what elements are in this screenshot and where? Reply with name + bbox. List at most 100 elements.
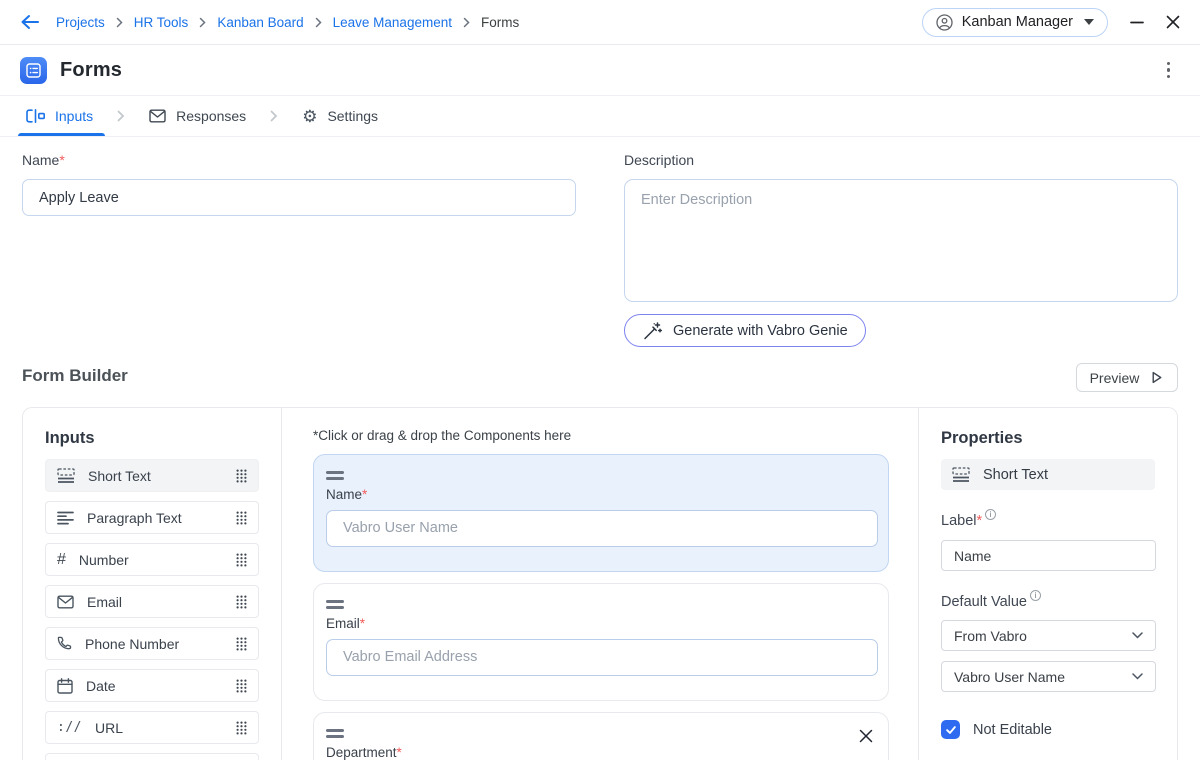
back-arrow-icon[interactable]: [20, 14, 40, 30]
short-text-icon: [57, 468, 75, 483]
inputs-palette-title: Inputs: [45, 429, 259, 448]
paragraph-text-icon: [57, 511, 74, 525]
component-input-preview[interactable]: [326, 510, 878, 547]
canvas-component-department[interactable]: Department*: [313, 712, 889, 760]
user-avatar-icon: [936, 14, 953, 31]
generate-with-genie-button[interactable]: Generate with Vabro Genie: [624, 314, 866, 347]
chevron-right-icon: [116, 17, 123, 28]
not-editable-row: Not Editable: [941, 720, 1155, 739]
chevron-right-icon: [270, 110, 278, 122]
label-property-label: Label*i: [941, 513, 1155, 529]
drag-handle-icon[interactable]: [236, 553, 247, 567]
not-editable-checkbox[interactable]: [941, 720, 960, 739]
user-role-dropdown[interactable]: Kanban Manager: [922, 8, 1108, 37]
breadcrumb-projects[interactable]: Projects: [56, 15, 105, 30]
breadcrumb-kanban-board[interactable]: Kanban Board: [217, 15, 303, 30]
tab-settings[interactable]: ⚙ Settings: [298, 96, 382, 136]
phone-icon: [57, 636, 72, 651]
preview-button[interactable]: Preview: [1076, 363, 1178, 392]
drag-handle-icon[interactable]: [236, 511, 247, 525]
chevron-down-icon: [1132, 673, 1143, 680]
component-input-preview[interactable]: [326, 639, 878, 676]
form-builder-title: Form Builder: [22, 366, 128, 386]
gear-icon: ⚙: [302, 108, 317, 125]
drag-handle-icon[interactable]: [326, 600, 344, 609]
page-header: Forms: [0, 45, 1200, 96]
drag-handle-icon[interactable]: [236, 721, 247, 735]
envelope-icon: [57, 595, 74, 609]
palette-item-url[interactable]: :// URL: [45, 711, 259, 744]
default-value-select[interactable]: Vabro User Name: [941, 661, 1156, 692]
selected-component-type: Short Text: [941, 459, 1155, 490]
info-icon: i: [1030, 590, 1041, 601]
breadcrumb-forms-current: Forms: [481, 15, 519, 30]
short-text-icon: [952, 467, 970, 482]
palette-item-partial[interactable]: [45, 753, 259, 760]
palette-item-phone-number[interactable]: Phone Number: [45, 627, 259, 660]
form-description-textarea[interactable]: [624, 179, 1178, 302]
label-property-input[interactable]: [941, 540, 1156, 571]
not-editable-label: Not Editable: [973, 722, 1052, 738]
palette-item-paragraph-text[interactable]: Paragraph Text: [45, 501, 259, 534]
palette-item-label: Paragraph Text: [87, 510, 182, 526]
palette-item-label: Phone Number: [85, 636, 179, 652]
tab-responses-label: Responses: [176, 108, 246, 124]
palette-item-label: Email: [87, 594, 122, 610]
component-label: Name*: [326, 487, 876, 502]
breadcrumb-leave-management[interactable]: Leave Management: [333, 15, 452, 30]
name-field-label: Name*: [22, 152, 65, 168]
tab-inputs-label: Inputs: [55, 108, 93, 124]
palette-item-label: Number: [79, 552, 129, 568]
page-title: Forms: [60, 59, 122, 82]
required-asterisk: *: [360, 616, 365, 631]
tab-inputs[interactable]: Inputs: [22, 96, 97, 136]
component-label: Email*: [326, 616, 876, 631]
properties-panel: Properties Short Text Label*i Default Va…: [918, 408, 1177, 760]
default-value-label: Default Valuei: [941, 594, 1155, 610]
remove-component-icon[interactable]: [859, 729, 873, 743]
canvas-component-email[interactable]: Email*: [313, 583, 889, 701]
drag-handle-icon[interactable]: [236, 679, 247, 693]
url-icon: ://: [57, 720, 82, 735]
forms-app-icon: [20, 57, 47, 84]
top-bar: Projects HR Tools Kanban Board Leave Man…: [0, 0, 1200, 45]
chevron-right-icon: [199, 17, 206, 28]
palette-item-number[interactable]: # Number: [45, 543, 259, 576]
inputs-palette-list: Short Text Paragraph Text #: [45, 459, 259, 760]
drag-handle-icon[interactable]: [236, 595, 247, 609]
close-button[interactable]: [1166, 15, 1180, 29]
canvas-component-name[interactable]: Name*: [313, 454, 889, 572]
default-source-value: From Vabro: [954, 628, 1027, 644]
drag-handle-icon[interactable]: [326, 471, 344, 480]
description-field-label: Description: [624, 152, 694, 168]
palette-item-label: Date: [86, 678, 116, 694]
palette-item-email[interactable]: Email: [45, 585, 259, 618]
palette-item-label: Short Text: [88, 468, 151, 484]
form-canvas: *Click or drag & drop the Components her…: [282, 408, 920, 760]
form-builder-panel: Inputs Short Text: [22, 407, 1178, 760]
calendar-icon: [57, 678, 73, 694]
more-options-icon[interactable]: [1157, 56, 1181, 85]
chevron-down-icon: [1132, 632, 1143, 639]
tab-responses[interactable]: Responses: [145, 96, 250, 136]
drag-handle-icon[interactable]: [326, 729, 344, 738]
tab-settings-label: Settings: [327, 108, 378, 124]
envelope-icon: [149, 109, 166, 123]
drag-handle-icon[interactable]: [236, 469, 247, 483]
breadcrumb-hr-tools[interactable]: HR Tools: [134, 15, 189, 30]
minimize-button[interactable]: [1130, 15, 1144, 29]
required-asterisk: *: [362, 487, 367, 502]
inputs-palette: Inputs Short Text: [23, 408, 282, 760]
default-value-value: Vabro User Name: [954, 669, 1065, 685]
number-hash-icon: #: [57, 552, 66, 568]
caret-down-icon: [1084, 19, 1094, 25]
form-name-input[interactable]: [22, 179, 576, 216]
palette-item-short-text[interactable]: Short Text: [45, 459, 259, 492]
play-icon: [1149, 370, 1164, 385]
component-type-label: Short Text: [983, 467, 1048, 483]
required-asterisk: *: [59, 152, 64, 168]
drag-handle-icon[interactable]: [236, 637, 247, 651]
palette-item-date[interactable]: Date: [45, 669, 259, 702]
default-source-select[interactable]: From Vabro: [941, 620, 1156, 651]
required-asterisk: *: [976, 513, 982, 529]
